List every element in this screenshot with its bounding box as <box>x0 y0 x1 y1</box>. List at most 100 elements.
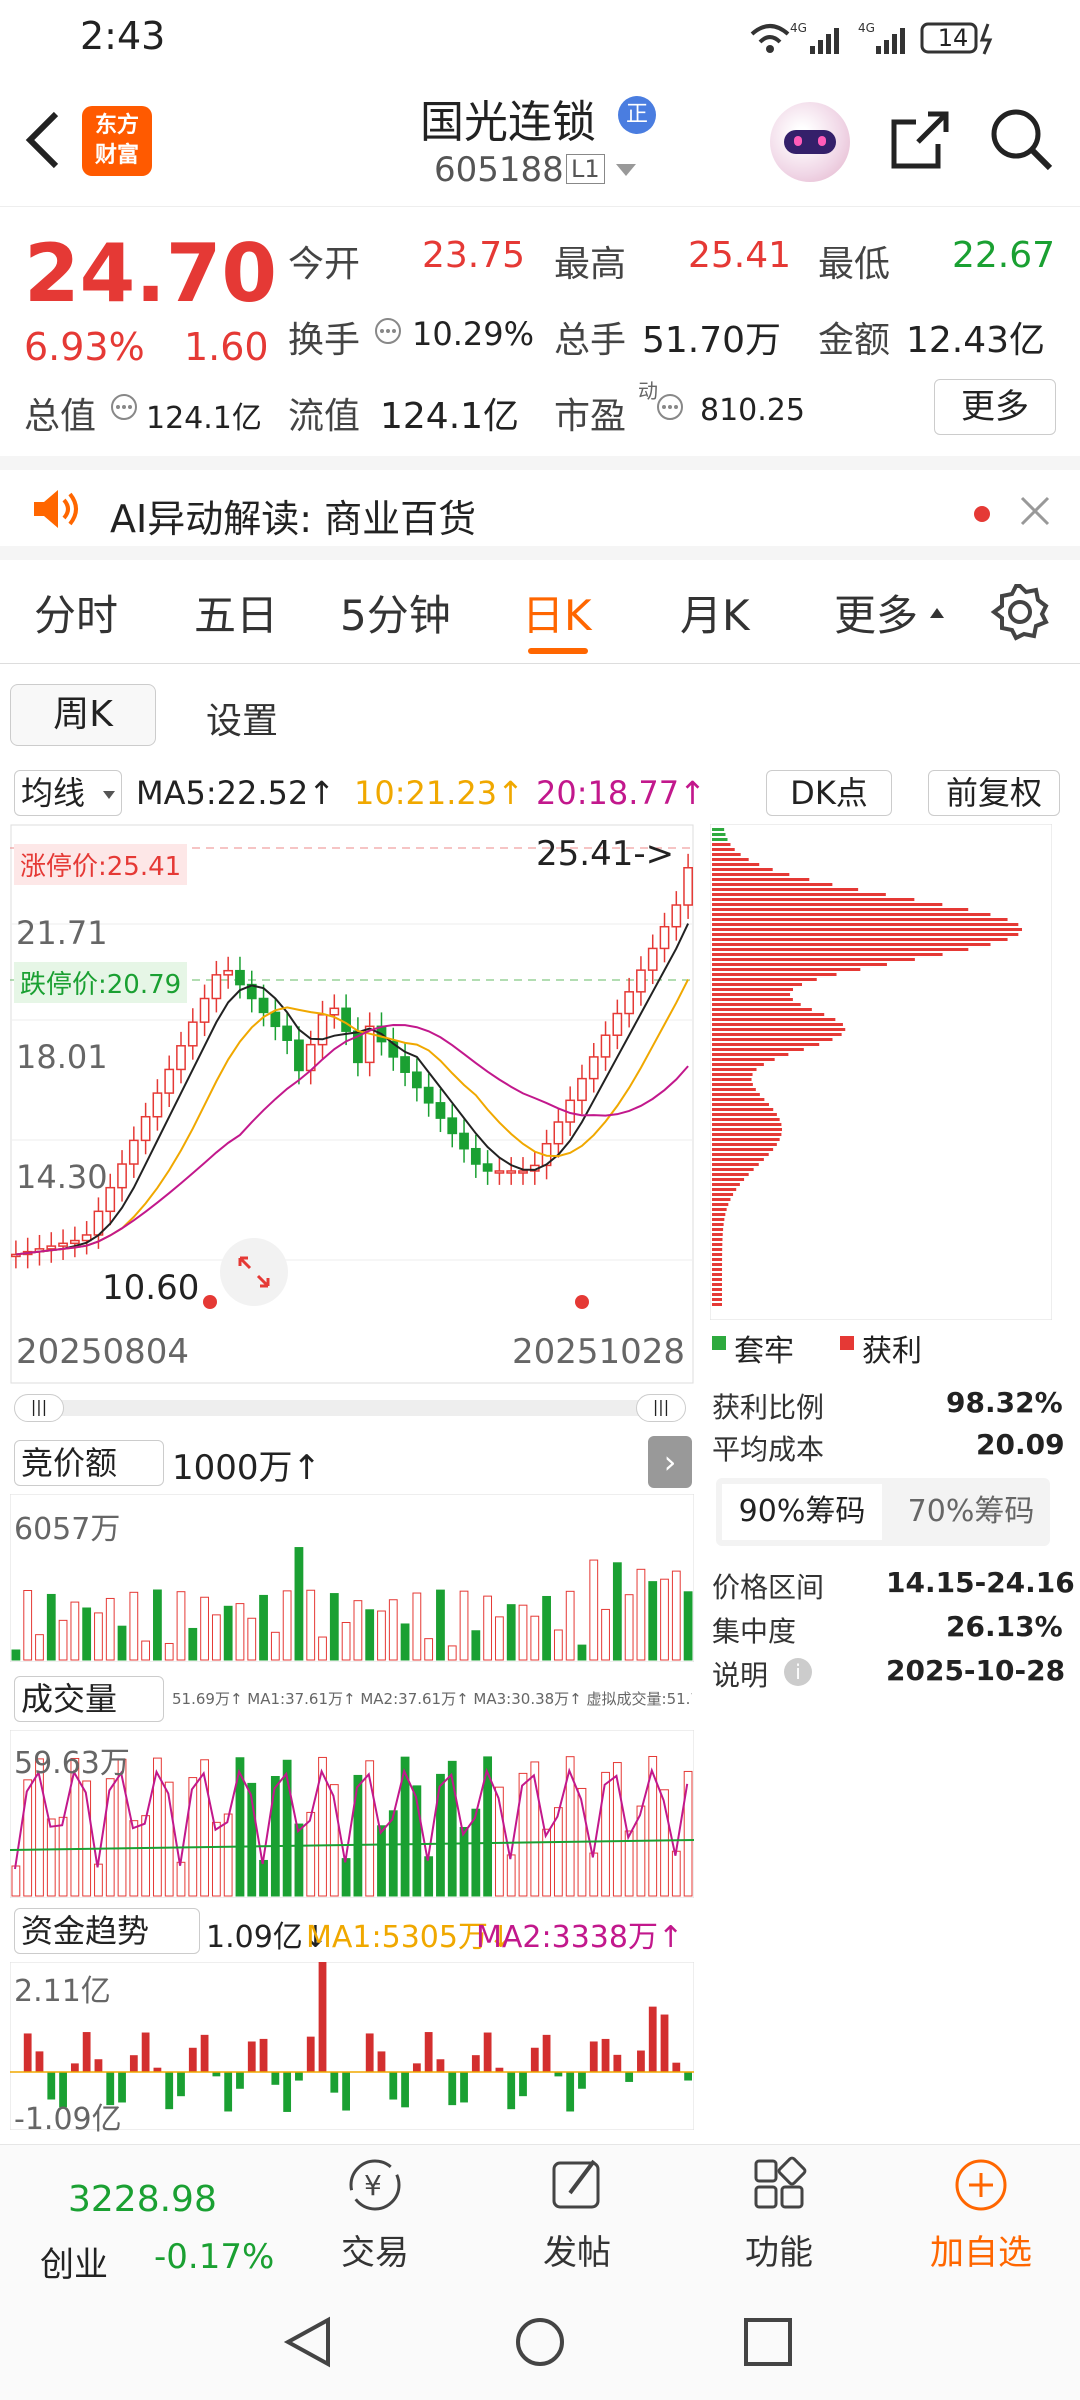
index-name[interactable]: 创业 <box>40 2237 108 2286</box>
chip-bar <box>712 1278 723 1281</box>
grid-apps-icon <box>754 2156 807 2209</box>
tab-more[interactable]: 更多 <box>834 582 918 643</box>
chip-bar <box>712 1223 724 1226</box>
candle-body <box>211 974 222 1000</box>
back-triangle-icon[interactable] <box>280 2314 336 2370</box>
close-icon[interactable] <box>1018 494 1052 528</box>
chip-bar <box>712 938 1008 941</box>
home-circle-icon[interactable] <box>512 2314 568 2370</box>
tab-daily-k[interactable]: 日K <box>522 582 592 643</box>
tab-five-day[interactable]: 五日 <box>194 582 278 643</box>
fund-bar <box>247 2041 256 2072</box>
gear-icon[interactable] <box>990 582 1050 642</box>
index-value[interactable]: 3228.98 <box>68 2179 217 2220</box>
level-badge[interactable]: L1 <box>566 154 605 184</box>
nav-trade[interactable]: ¥ 交易 <box>295 2153 455 2274</box>
auction-bar <box>459 1590 469 1661</box>
robot-assistant-icon[interactable] <box>770 102 850 182</box>
caret-down-icon[interactable] <box>614 162 638 178</box>
nav-post[interactable]: 发帖 <box>497 2153 657 2274</box>
fund-bar <box>613 2054 622 2072</box>
last-price: 24.70 <box>24 227 278 320</box>
expand-button[interactable] <box>220 1238 288 1306</box>
legend-profit: 获利 <box>862 1334 922 1369</box>
candle-body <box>128 1139 139 1165</box>
back-icon[interactable] <box>22 108 66 172</box>
candle-body <box>600 1034 611 1058</box>
candle-body <box>341 1007 351 1032</box>
avg-cost-label: 平均成本 <box>712 1433 825 1466</box>
svg-text:4G: 4G <box>858 21 875 35</box>
auction-bar <box>200 1596 209 1661</box>
candle-body <box>447 1117 458 1135</box>
auction-select[interactable]: 竞价额 <box>14 1440 164 1486</box>
fund-select[interactable]: 资金趋势 <box>14 1908 200 1954</box>
volume-select[interactable]: 成交量 <box>14 1676 164 1722</box>
chip-bar <box>712 953 943 956</box>
low-marker: 10.60 <box>102 1268 200 1308</box>
nav-post-label: 发帖 <box>543 2233 611 2273</box>
search-icon[interactable] <box>988 106 1054 172</box>
weekly-k-button[interactable]: 周K <box>10 684 156 746</box>
svg-text:¥: ¥ <box>364 2169 382 2202</box>
auction-bar <box>341 1622 351 1661</box>
info-dots-icon[interactable] <box>110 393 138 421</box>
auction-bar <box>188 1627 198 1661</box>
range-handle-right[interactable]: ||| <box>636 1394 686 1422</box>
candle-body <box>659 925 670 950</box>
limit-down-label: 跌停价:20.79 <box>14 962 188 1003</box>
auction-bar <box>35 1634 44 1661</box>
status-time: 2:43 <box>80 14 166 58</box>
fund-bar <box>177 2072 185 2097</box>
fund-bar <box>578 2072 586 2089</box>
fund-bar <box>271 2072 280 2085</box>
candle-body <box>117 1163 127 1189</box>
candle-body <box>81 1234 92 1242</box>
fund-bar <box>542 2034 551 2072</box>
caret-up-icon[interactable] <box>928 606 946 620</box>
index-pct[interactable]: -0.17% <box>154 2237 274 2277</box>
ai-insight-bar[interactable]: AI异动解读: 商业百货 <box>0 456 1080 560</box>
info-dots-icon[interactable] <box>656 393 684 421</box>
mktcap-value: 124.1亿 <box>146 401 262 436</box>
change-amount: 1.60 <box>184 325 269 369</box>
tab-90-chip[interactable]: 90%筹码 <box>722 1484 882 1540</box>
range-slider[interactable] <box>14 1400 684 1416</box>
more-button[interactable]: 更多 <box>934 379 1056 435</box>
fund-bar <box>684 2072 692 2081</box>
high-marker: 25.41-> <box>536 834 675 874</box>
auction-bar <box>306 1589 316 1661</box>
range-handle-left[interactable]: ||| <box>14 1394 64 1422</box>
chip-bar <box>712 1218 725 1221</box>
auction-bar <box>589 1559 599 1661</box>
settings-link[interactable]: 设置 <box>206 692 278 744</box>
candle-body <box>482 1163 493 1172</box>
info-dots-icon[interactable] <box>374 317 402 345</box>
sub-tabs: 周K 设置 <box>0 664 1080 764</box>
recents-square-icon[interactable] <box>742 2316 794 2368</box>
open-value: 23.75 <box>422 235 526 276</box>
auction-bar <box>577 1644 587 1661</box>
volume-bar <box>46 1818 56 1897</box>
nav-functions[interactable]: 功能 <box>699 2153 859 2274</box>
auction-bar <box>318 1636 327 1661</box>
chip-bar <box>712 998 793 1001</box>
info-icon[interactable]: i <box>784 1658 812 1686</box>
chip-bar <box>712 1178 745 1181</box>
bottom-nav: 3228.98 创业 -0.17% ¥ 交易 发帖 功能 加自选 <box>0 2144 1080 2286</box>
adjust-button[interactable]: 前复权 <box>928 770 1060 816</box>
tab-70-chip[interactable]: 70%筹码 <box>896 1484 1046 1540</box>
tab-intraday[interactable]: 分时 <box>34 582 118 643</box>
chip-bar <box>712 993 791 996</box>
chevron-right-icon[interactable]: › <box>648 1436 692 1488</box>
auction-bar <box>82 1607 92 1661</box>
tab-5min[interactable]: 5分钟 <box>340 582 451 643</box>
tab-monthly-k[interactable]: 月K <box>680 582 750 643</box>
limit-up-label: 涨停价:25.41 <box>14 844 188 885</box>
chip-bar <box>712 1188 737 1191</box>
dk-point-button[interactable]: DK点 <box>766 770 892 816</box>
share-icon[interactable] <box>888 108 952 172</box>
candle-body <box>152 1092 163 1118</box>
nav-add-watchlist[interactable]: 加自选 <box>901 2153 1061 2274</box>
candle-body <box>423 1086 434 1104</box>
